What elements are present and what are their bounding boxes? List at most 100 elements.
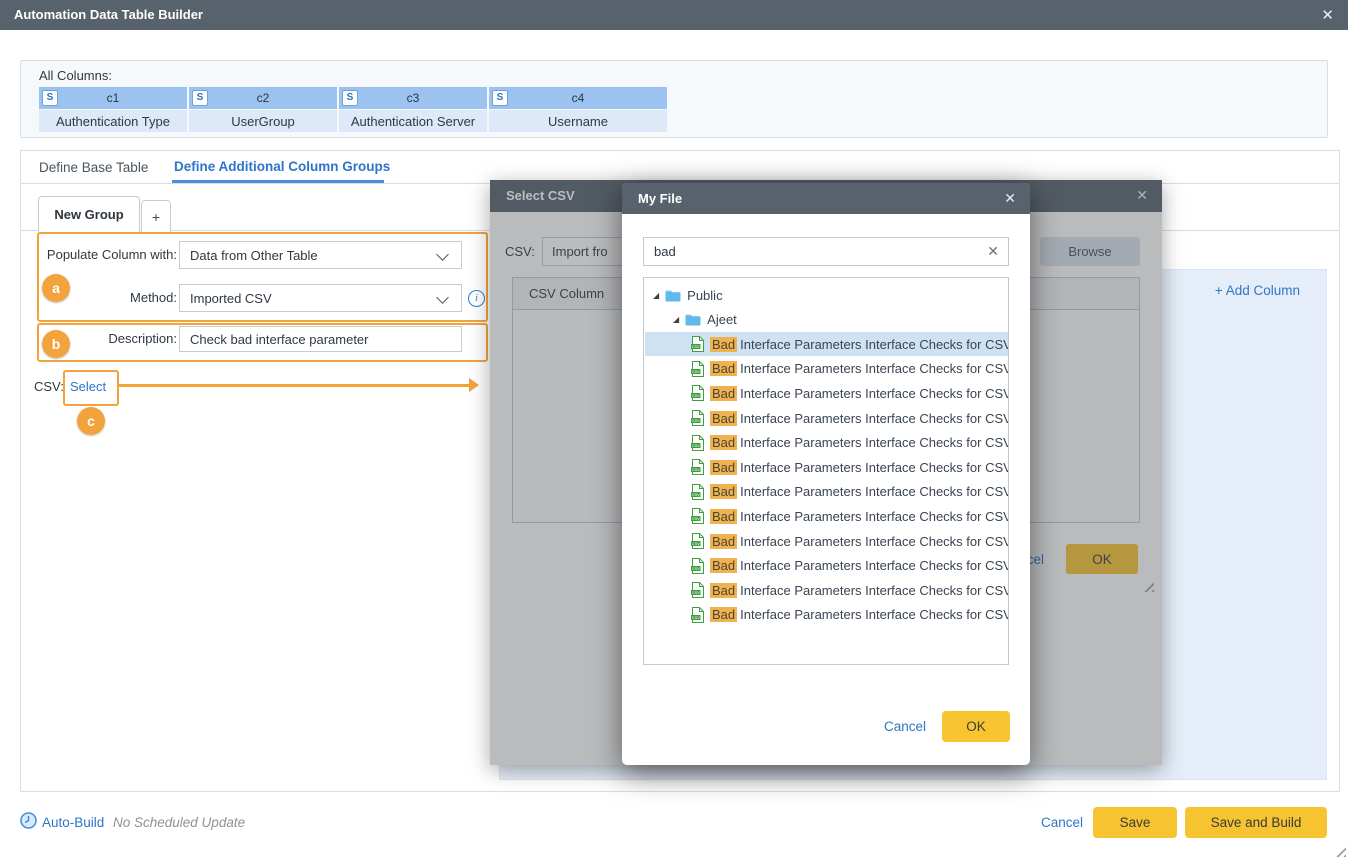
column-id: c4 (572, 91, 585, 105)
csv-file-icon: CSV (691, 410, 704, 426)
expand-arrow-icon[interactable]: ◢ (673, 315, 679, 324)
file-name: Interface Parameters Interface Checks fo… (740, 411, 1009, 426)
search-match-highlight: Bad (710, 337, 737, 352)
my-file-cancel-link[interactable]: Cancel (884, 719, 926, 734)
close-icon[interactable]: ✕ (1004, 190, 1016, 207)
column-name-cell: Username (489, 110, 667, 132)
file-name: Interface Parameters Interface Checks fo… (740, 460, 1009, 475)
tree-folder-public[interactable]: ◢ Public (645, 283, 1009, 307)
window-close-icon[interactable]: ✕ (1321, 6, 1334, 24)
search-match-highlight: Bad (710, 558, 737, 573)
add-group-tab-button[interactable]: + (141, 200, 171, 232)
column-c4: Sc4 Username (489, 87, 667, 132)
file-name: Interface Parameters Interface Checks fo… (740, 484, 1009, 499)
svg-text:CSV: CSV (692, 590, 701, 595)
group-tab-new-group[interactable]: New Group (38, 196, 140, 232)
tree-file-item[interactable]: CSVBadInterface Parameters Interface Che… (645, 578, 1009, 602)
tree-file-item[interactable]: CSVBadInterface Parameters Interface Che… (645, 357, 1009, 381)
expand-arrow-icon[interactable]: ◢ (653, 291, 659, 300)
csv-file-icon: CSV (691, 508, 704, 524)
add-column-link[interactable]: + Add Column (1215, 283, 1300, 298)
auto-build-link[interactable]: Auto-Build (42, 815, 104, 830)
tree-file-item[interactable]: CSV BadInterface Parameters Interface Che… (645, 455, 1009, 479)
folder-icon (685, 313, 701, 326)
automation-data-table-builder-window: Automation Data Table Builder ✕ All Colu… (0, 0, 1348, 859)
search-match-highlight: Bad (710, 460, 737, 475)
save-button[interactable]: Save (1093, 807, 1177, 838)
file-name: Interface Parameters Interface Checks fo… (740, 583, 1009, 598)
svg-text:CSV: CSV (692, 467, 701, 472)
tree-file-item[interactable]: CSV BadInterface Parameters Interface Che… (645, 480, 1009, 504)
annotation-arrow (119, 384, 471, 387)
csv-file-icon: CSV (691, 484, 704, 500)
window-resize-grip[interactable] (1334, 845, 1346, 857)
search-match-highlight: Bad (710, 534, 737, 549)
column-c1: Sc1Authentication Type (39, 87, 187, 132)
tree-file-item[interactable]: CSV BadInterface Parameters Interface Che… (645, 332, 1009, 356)
csv-file-icon: CSV (691, 336, 704, 352)
tab-define-base-table[interactable]: Define Base Table (39, 160, 148, 175)
svg-text:CSV: CSV (692, 516, 701, 521)
annotation-arrow-head (469, 378, 479, 392)
annotation-badge-c: c (77, 407, 105, 435)
search-match-highlight: Bad (710, 361, 737, 376)
tree-file-item[interactable]: CSVBadInterface Parameters Interface Che… (645, 554, 1009, 578)
tree-file-item[interactable]: CSVBadInterface Parameters Interface Che… (645, 381, 1009, 405)
search-match-highlight: Bad (710, 411, 737, 426)
column-name-cell: UserGroup (189, 110, 337, 132)
column-id: c2 (257, 91, 270, 105)
csv-file-icon: CSV (691, 582, 704, 598)
svg-text:CSV: CSV (692, 344, 701, 349)
my-file-ok-button[interactable]: OK (942, 711, 1010, 742)
tree-file-item[interactable]: CSVBadInterface Parameters Interface Che… (645, 529, 1009, 553)
file-name: Interface Parameters Interface Checks fo… (740, 534, 1009, 549)
search-match-highlight: Bad (710, 509, 737, 524)
file-name: Interface Parameters Interface Checks fo… (740, 435, 1009, 450)
my-file-dialog: My File ✕ bad ✕ ◢Public◢AjeetCSVBadInter… (622, 183, 1030, 765)
csv-file-icon: CSV (691, 361, 704, 377)
search-match-highlight: Bad (710, 607, 737, 622)
tree-file-item[interactable]: CSV BadInterface Parameters Interface Che… (645, 504, 1009, 528)
folder-name: Public (687, 288, 722, 303)
file-name: Interface Parameters Interface Checks fo… (740, 337, 1009, 352)
save-and-build-button[interactable]: Save and Build (1185, 807, 1327, 838)
my-file-titlebar: My File ✕ (622, 183, 1030, 214)
clear-search-icon[interactable]: ✕ (987, 243, 999, 260)
window-titlebar: Automation Data Table Builder ✕ (0, 0, 1348, 30)
cancel-link[interactable]: Cancel (1041, 815, 1083, 830)
csv-file-icon: CSV (691, 435, 704, 451)
search-match-highlight: Bad (710, 435, 737, 450)
column-id: c3 (407, 91, 420, 105)
tree-file-item[interactable]: CSVBadInterface Parameters Interface Che… (645, 603, 1009, 627)
svg-text:CSV: CSV (692, 393, 701, 398)
search-match-highlight: Bad (710, 484, 737, 499)
svg-text:CSV: CSV (692, 369, 701, 374)
column-header: Sc2 (189, 87, 337, 109)
schedule-status-text: No Scheduled Update (113, 815, 245, 830)
all-columns-table: Sc1Authentication TypeSc2UserGroupSc3Aut… (39, 87, 667, 132)
file-name: Interface Parameters Interface Checks fo… (740, 509, 1009, 524)
csv-file-icon: CSV (691, 558, 704, 574)
tree-file-item[interactable]: CSV BadInterface Parameters Interface Che… (645, 431, 1009, 455)
annotation-box-a (37, 232, 488, 322)
svg-text:CSV: CSV (692, 615, 701, 620)
tab-define-additional-column-groups[interactable]: Define Additional Column Groups (174, 159, 390, 174)
column-header: Sc3 (339, 87, 487, 109)
string-type-icon: S (492, 90, 508, 106)
file-search-value: bad (654, 244, 676, 259)
string-type-icon: S (42, 90, 58, 106)
tree-folder-ajeet[interactable]: ◢Ajeet (645, 308, 1009, 332)
tree-file-item[interactable]: CSV BadInterface Parameters Interface Che… (645, 406, 1009, 430)
column-name-cell: Authentication Server (339, 110, 487, 132)
csv-file-icon: CSV (691, 459, 704, 475)
clock-icon (20, 812, 37, 829)
svg-text:CSV: CSV (692, 492, 701, 497)
csv-select-link[interactable]: Select (70, 379, 106, 394)
my-file-title: My File (638, 191, 682, 206)
file-search-input[interactable]: bad ✕ (643, 237, 1009, 266)
column-name-cell: Authentication Type (39, 110, 187, 132)
annotation-badge-a: a (42, 274, 70, 302)
column-header: Sc1 (39, 87, 187, 109)
svg-text:CSV: CSV (692, 443, 701, 448)
all-columns-section: All Columns: Sc1Authentication TypeSc2Us… (20, 60, 1328, 138)
